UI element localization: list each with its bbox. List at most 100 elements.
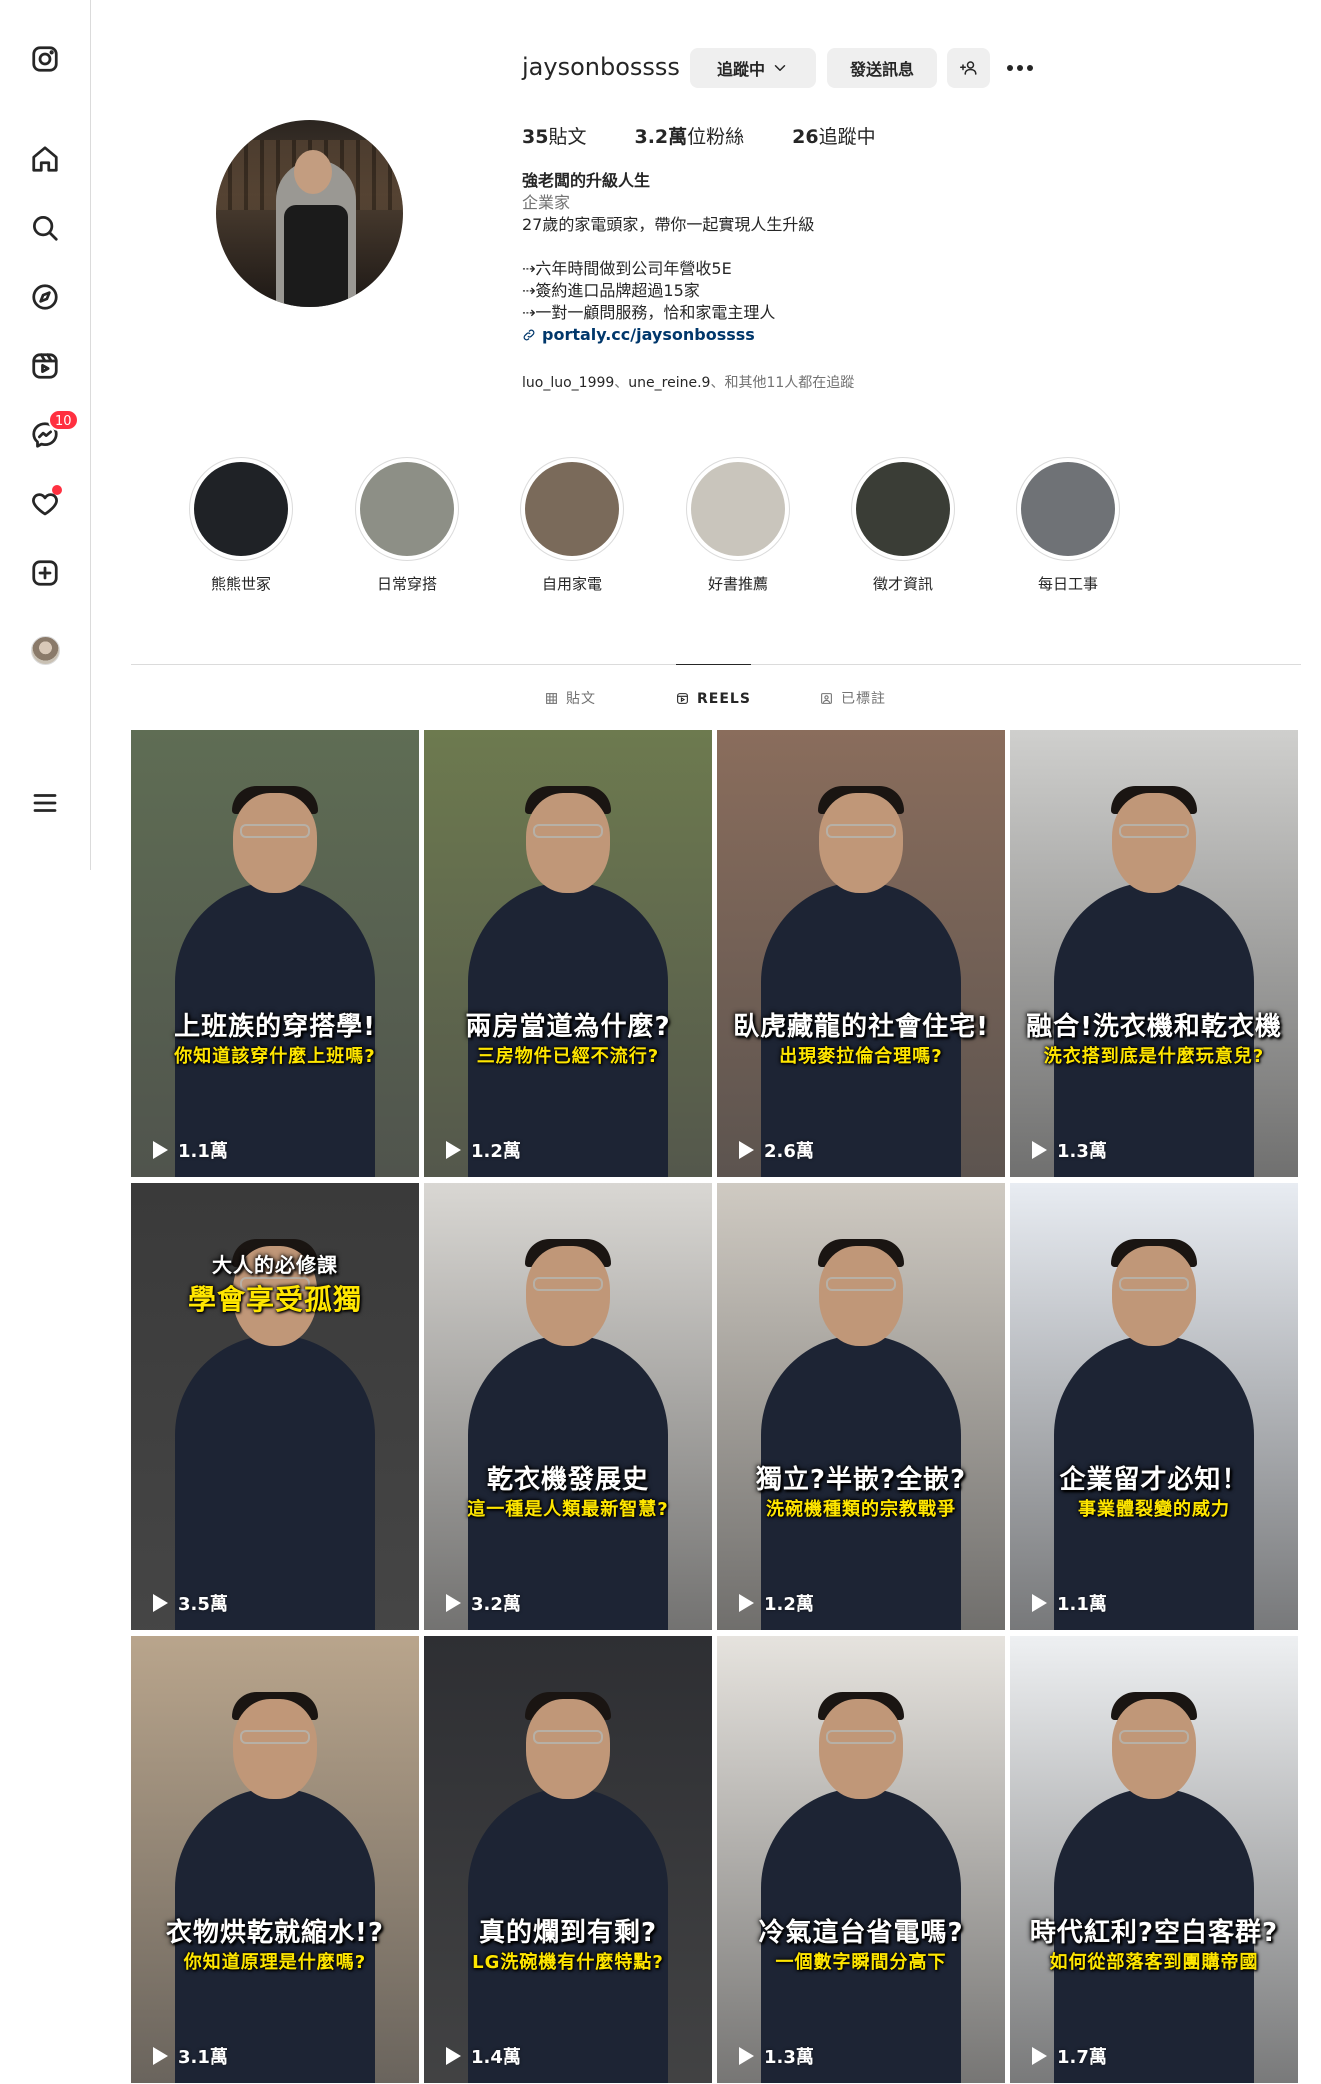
grid-icon (546, 692, 557, 704)
highlight-cover (355, 457, 459, 561)
reel-tile[interactable]: 上班族的穿搭學! 你知道該穿什麼上班嗎? 1.1萬 (131, 730, 419, 1177)
reel-views: 3.5萬 (153, 1590, 228, 1616)
highlight-label: 好書推薦 (707, 575, 768, 593)
profile-picture[interactable] (216, 120, 403, 307)
following-button-label: 追蹤中 (716, 60, 765, 79)
reel-tile[interactable]: 兩房當道為什麼? 三房物件已經不流行? 1.2萬 (424, 730, 712, 1177)
instagram-logo-icon[interactable] (28, 42, 62, 76)
play-icon (1032, 1141, 1047, 1159)
reel-subtitle: LG洗碗機有什麼特點? (472, 1952, 664, 1973)
create-post-icon[interactable] (28, 556, 62, 590)
search-icon[interactable] (28, 211, 62, 245)
reel-views: 1.2萬 (739, 1590, 814, 1616)
reel-subtitle: 一個數字瞬間分高下 (775, 1952, 947, 1973)
play-icon (739, 1141, 754, 1159)
profile-stats: 35貼文 3.2萬位粉絲 26追蹤中 (522, 122, 924, 149)
highlight-label: 熊熊世冢 (210, 575, 271, 593)
reel-views: 1.2萬 (446, 1137, 521, 1163)
highlight-cover (189, 457, 293, 561)
reel-views: 2.6萬 (739, 1137, 814, 1163)
reel-title: 冷氣這台省電嗎? (758, 1918, 964, 1948)
bio-line: ⇢六年時間做到公司年營收5E (522, 259, 732, 278)
reel-title: 上班族的穿搭學! (174, 1012, 376, 1042)
tab-tagged[interactable]: 已標註 (820, 664, 886, 732)
reel-views: 1.3萬 (1032, 1137, 1107, 1163)
stat-posts[interactable]: 35貼文 (522, 122, 586, 149)
reel-title: 衣物烘乾就縮水!? (166, 1918, 384, 1948)
highlight-label: 自用家電 (541, 575, 602, 593)
reel-views: 1.3萬 (739, 2043, 814, 2069)
reel-tile[interactable]: 時代紅利?空白客群? 如何從部落客到團購帝國 1.7萬 (1010, 1636, 1298, 2083)
bio-line: 27歲的家電頭家，帶你一起實現人生升級 (522, 215, 815, 234)
highlight-item[interactable]: 徵才資訊 (848, 457, 958, 594)
following-button[interactable]: 追蹤中 (690, 48, 816, 88)
reel-tile[interactable]: 真的爛到有剩? LG洗碗機有什麼特點? 1.4萬 (424, 1636, 712, 2083)
highlight-label: 每日工事 (1037, 575, 1098, 593)
stat-following[interactable]: 26追蹤中 (792, 122, 875, 149)
notifications-heart-icon[interactable] (28, 485, 62, 521)
reel-subtitle: 事業體裂變的威力 (1078, 1499, 1230, 1520)
reel-tile[interactable]: 企業留才必知！ 事業體裂變的威力 1.1萬 (1010, 1183, 1298, 1630)
display-name: 強老闆的升級人生 (522, 171, 651, 190)
play-icon (1032, 2047, 1047, 2065)
bio-line: ⇢一對一顧問服務，恰和家電主理人 (522, 303, 776, 322)
highlight-item[interactable]: 好書推薦 (683, 457, 793, 594)
tagged-icon (821, 692, 832, 704)
reel-tile[interactable]: 獨立?半嵌?全嵌? 洗碗機種類的宗教戰爭 1.2萬 (717, 1183, 1005, 1630)
more-options-icon[interactable] (1004, 52, 1036, 84)
stat-followers[interactable]: 3.2萬位粉絲 (634, 122, 744, 149)
chevron-down-icon (774, 65, 786, 71)
explore-compass-icon[interactable] (28, 280, 62, 314)
highlight-item[interactable]: 日常穿搭 (352, 457, 462, 594)
highlight-label: 日常穿搭 (376, 575, 437, 593)
highlight-item[interactable]: 熊熊世冢 (186, 457, 296, 594)
sidebar-nav: 10 (0, 0, 91, 870)
reel-tile[interactable]: 融合!洗衣機和乾衣機洗衣搭到底是什麼玩意兒? 1.3萬 (1010, 730, 1298, 1177)
highlight-item[interactable]: 每日工事 (1013, 457, 1123, 594)
reel-tile[interactable]: 臥虎藏龍的社會住宅! 出現麥拉倫合理嗎? 2.6萬 (717, 730, 1005, 1177)
tab-reels[interactable]: REELS (676, 664, 751, 732)
profile-link[interactable]: portaly.cc/jaysonbossss (522, 324, 814, 346)
reel-title: 大人的必修課 (212, 1253, 338, 1277)
messenger-icon[interactable]: 10 (28, 409, 79, 452)
reel-title: 臥虎藏龍的社會住宅! (733, 1012, 989, 1042)
home-icon[interactable] (28, 142, 62, 176)
reels-icon[interactable] (28, 349, 62, 383)
reel-tile[interactable]: 冷氣這台省電嗎? 一個數字瞬間分高下 1.3萬 (717, 1636, 1005, 2083)
suggested-users-button[interactable] (947, 48, 990, 88)
play-icon (153, 2047, 168, 2065)
highlight-cover (686, 457, 790, 561)
reel-tile[interactable]: 衣物烘乾就縮水!? 你知道原理是什麼嗎? 3.1萬 (131, 1636, 419, 2083)
highlight-cover (851, 457, 955, 561)
reel-title: 兩房當道為什麼? (465, 1012, 671, 1042)
followed-by[interactable]: luo_luo_1999、une_reine.9、和其他11人都在追蹤 (522, 372, 854, 392)
play-icon (446, 1594, 461, 1612)
notification-dot (52, 485, 62, 495)
reel-views: 3.1萬 (153, 2043, 228, 2069)
send-message-button[interactable]: 發送訊息 (827, 48, 937, 88)
reel-views: 1.4萬 (446, 2043, 521, 2069)
reel-tile[interactable]: 大人的必修課學會享受孤獨 3.5萬 (131, 1183, 419, 1630)
play-icon (739, 1594, 754, 1612)
reel-subtitle: 洗衣搭到底是什麼玩意兒? (1043, 1046, 1265, 1067)
reel-title: 時代紅利?空白客群? (1029, 1918, 1279, 1948)
link-icon (523, 329, 535, 341)
reel-subtitle: 你知道該穿什麼上班嗎? (174, 1046, 376, 1067)
reel-views: 3.2萬 (446, 1590, 521, 1616)
tab-posts[interactable]: 貼文 (545, 664, 596, 732)
highlight-cover (520, 457, 624, 561)
profile-username: jaysonbossss (522, 53, 680, 81)
reel-subtitle: 學會享受孤獨 (187, 1283, 362, 1316)
reel-title: 獨立?半嵌?全嵌? (755, 1465, 967, 1495)
reel-subtitle: 你知道原理是什麼嗎? (183, 1952, 367, 1973)
profile-bio: 強老闆的升級人生 企業家 27歲的家電頭家，帶你一起實現人生升級 ⇢六年時間做到… (522, 170, 814, 346)
profile-category: 企業家 (522, 193, 571, 212)
menu-hamburger-icon[interactable] (28, 786, 62, 820)
reel-title: 融合!洗衣機和乾衣機 (1026, 1012, 1282, 1042)
reel-tile[interactable]: 乾衣機發展史 這一種是人類最新智慧? 3.2萬 (424, 1183, 712, 1630)
highlight-item[interactable]: 自用家電 (517, 457, 627, 594)
reel-views: 1.7萬 (1032, 2043, 1107, 2069)
play-icon (446, 2047, 461, 2065)
profile-avatar[interactable] (31, 636, 60, 665)
reel-title: 企業留才必知！ (1059, 1465, 1249, 1495)
